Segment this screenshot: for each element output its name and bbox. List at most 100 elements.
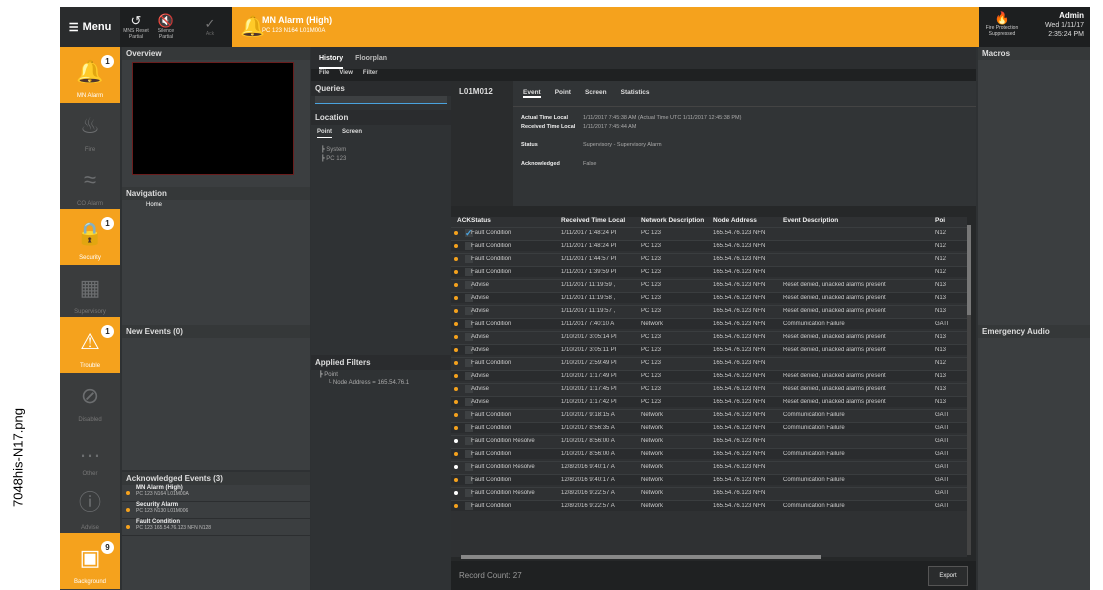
table-row[interactable]: Fault Condition 1/10/2017 2:59:49 PI PC 12… — [451, 357, 967, 368]
background-icon: ▣ — [79, 545, 101, 570]
table-cell: 165.54.76.123 NFN — [713, 256, 766, 262]
fire-protection-icon: 🔥 — [994, 11, 1010, 25]
nav-mn-alarm[interactable]: 🔔 MN Alarm 1 — [60, 47, 120, 103]
table-row[interactable]: Advise 1/10/2017 3:05:11 PI PC 123 165.54.7… — [451, 344, 967, 355]
main-tabs: History Floorplan — [311, 47, 976, 69]
table-cell: Fault Condition Resolve — [471, 438, 535, 444]
nav-advise[interactable]: ⓘ Advise — [60, 479, 120, 535]
nav-home-item[interactable]: Home — [122, 200, 310, 210]
received-time-value: 1/11/2017 7:45:44 AM — [583, 124, 637, 130]
tree-item-pc123[interactable]: ┣ PC 123 — [321, 155, 441, 164]
status-dot — [454, 491, 458, 495]
nav-co-alarm[interactable]: ≈ CO Alarm — [60, 155, 120, 211]
column-header[interactable]: ACK — [457, 217, 471, 224]
status-dot — [454, 335, 458, 339]
detail-tab-statistics[interactable]: Statistics — [621, 89, 650, 98]
table-row[interactable]: Fault Condition Resolve 1/10/2017 8:56:00… — [451, 435, 967, 446]
table-cell: 165.54.76.123 NFN — [713, 230, 766, 236]
column-header[interactable]: Event Description — [783, 217, 838, 224]
tab-floorplan[interactable]: Floorplan — [355, 55, 387, 69]
status-dot — [454, 504, 458, 508]
alarm-banner[interactable]: 🔔 MN Alarm (High) PC 123 N164 L01M00A — [232, 7, 979, 47]
table-cell: GATI — [935, 503, 949, 509]
nav-other[interactable]: … Other — [60, 425, 120, 481]
table-cell: Communication Failure — [783, 412, 845, 418]
table-row[interactable]: Fault Condition 1/11/2017 1:48:24 PI PC 12… — [451, 240, 967, 251]
column-header[interactable]: Received Time Local — [561, 217, 625, 224]
nav-security[interactable]: 🔒 Security 1 — [60, 209, 120, 265]
filter-menu[interactable]: Filter — [363, 70, 378, 80]
table-row[interactable]: Fault Condition 12/8/2016 9:40:17 A Networ… — [451, 474, 967, 485]
table-row[interactable]: Fault Condition Resolve 12/8/2016 9:22:57… — [451, 487, 967, 498]
filter-node[interactable]: └ Node Address = 165.54.76.1 — [311, 379, 451, 387]
silence-button[interactable]: 🔇 Silence Partial — [152, 7, 180, 47]
ack-button[interactable]: ✓ Ack — [196, 7, 224, 47]
grid-vscrollbar[interactable] — [967, 225, 971, 555]
table-row[interactable]: Advise 1/10/2017 1:17:42 PI PC 123 165.54.7… — [451, 396, 967, 407]
nav-trouble[interactable]: ⚠ Trouble 1 — [60, 317, 120, 373]
table-row[interactable]: Advise 1/10/2017 1:17:49 PI PC 123 165.54.7… — [451, 370, 967, 381]
table-row[interactable]: Fault Condition 1/10/2017 8:56:35 A Networ… — [451, 422, 967, 433]
table-cell: PC 123 — [641, 269, 662, 275]
table-row[interactable]: Fault Condition 1/10/2017 9:18:15 A Networ… — [451, 409, 967, 420]
table-row[interactable]: ✓ Fault Condition 1/11/2017 1:48:24 PI PC 1… — [451, 227, 967, 238]
tab-history[interactable]: History — [319, 55, 344, 69]
table-row[interactable]: Fault Condition 1/11/2017 1:44:57 PI PC 12… — [451, 253, 967, 264]
ack-event-item[interactable]: Security Alarm PC 123 N130 L01M006 — [122, 502, 310, 519]
file-menu[interactable]: File — [319, 70, 329, 80]
ack-event-item[interactable]: Fault Condition PC 123 165.54.76.123 NFN … — [122, 519, 310, 536]
nav-label: Fire — [84, 147, 96, 153]
table-row[interactable]: Advise 1/11/2017 11:19:59 , PC 123 165.54.7… — [451, 279, 967, 290]
detail-tab-event[interactable]: Event — [523, 89, 541, 98]
table-cell: 1/10/2017 1:17:42 PI — [561, 399, 617, 405]
ack-event-item[interactable]: MN Alarm (High) PC 123 N164 L01M00A — [122, 485, 310, 502]
table-row[interactable]: Advise 1/11/2017 11:19:57 , PC 123 165.54.7… — [451, 305, 967, 316]
status-dot — [454, 244, 458, 248]
table-row[interactable]: Fault Condition 1/11/2017 7:40:10 A Networ… — [451, 318, 967, 329]
queries-select[interactable] — [315, 96, 447, 104]
history-grid[interactable]: ACK Status Received Time Local Network Desc… — [451, 217, 967, 557]
table-row[interactable]: Advise 1/11/2017 11:19:58 , PC 123 165.54.7… — [451, 292, 967, 303]
detail-tab-screen[interactable]: Screen — [585, 89, 607, 98]
table-row[interactable]: Fault Condition 1/10/2017 8:56:00 A Networ… — [451, 448, 967, 459]
user-info[interactable]: Admin Wed 1/11/17 2:35:24 PM — [1045, 11, 1084, 39]
grid-hscrollbar[interactable] — [461, 555, 821, 559]
column-header[interactable]: Node Address — [713, 217, 757, 224]
table-row[interactable]: Advise 1/10/2017 1:17:45 PI PC 123 165.54.7… — [451, 383, 967, 394]
view-menu[interactable]: View — [339, 70, 353, 80]
location-tab-screen[interactable]: Screen — [342, 129, 362, 138]
overview-preview[interactable] — [132, 62, 294, 175]
table-cell: 165.54.76.123 NFN — [713, 321, 766, 327]
vscroll-thumb[interactable] — [967, 225, 971, 315]
fire-protection-button[interactable]: 🔥 Fire Protection Suppressed — [982, 7, 1022, 47]
table-cell: Advise — [471, 295, 490, 301]
table-cell: 165.54.76.123 NFN — [713, 308, 766, 314]
table-cell: Reset denied, unacked alarms present — [783, 308, 886, 314]
tree-item-system[interactable]: ┣ System — [321, 146, 441, 155]
column-header[interactable]: Network Description — [641, 217, 704, 224]
detail-tab-point[interactable]: Point — [555, 89, 571, 98]
table-row[interactable]: Fault Condition Resolve 12/8/2016 9:40:17… — [451, 461, 967, 472]
table-row[interactable]: Fault Condition 1/11/2017 1:39:59 PI PC 12… — [451, 266, 967, 277]
table-cell: 165.54.76.123 NFN — [713, 282, 766, 288]
table-row[interactable]: Advise 1/10/2017 3:05:14 PI PC 123 165.54.7… — [451, 331, 967, 342]
table-cell: Fault Condition — [471, 425, 512, 431]
column-header[interactable]: Status — [471, 217, 491, 224]
nav-fire[interactable]: ♨ Fire — [60, 101, 120, 157]
table-cell: 1/11/2017 1:48:24 PI — [561, 243, 617, 249]
app-window: ☰ Menu ↺ MNS Reset Partial 🔇 Silence Partia… — [60, 7, 1090, 590]
table-cell: N13 — [935, 295, 947, 301]
nav-background[interactable]: ▣ Background 9 — [60, 533, 120, 589]
export-button[interactable]: Export — [928, 566, 968, 586]
column-header[interactable]: Poi — [935, 217, 945, 224]
nav-supervisory[interactable]: ▦ Supervisory — [60, 263, 120, 319]
navigation-title: Navigation — [122, 187, 310, 200]
table-row[interactable]: Fault Condition 12/8/2016 9:22:57 A Networ… — [451, 500, 967, 511]
location-tab-point[interactable]: Point — [317, 129, 332, 138]
nav-disabled[interactable]: ⊘ Disabled — [60, 371, 120, 427]
nav-label: Security — [79, 255, 101, 261]
table-cell: 12/8/2016 9:40:17 A — [561, 464, 615, 470]
menu-button[interactable]: ☰ Menu — [60, 7, 120, 47]
mns-reset-button[interactable]: ↺ MNS Reset Partial — [122, 7, 150, 47]
applied-filters-title: Applied Filters — [311, 355, 451, 370]
